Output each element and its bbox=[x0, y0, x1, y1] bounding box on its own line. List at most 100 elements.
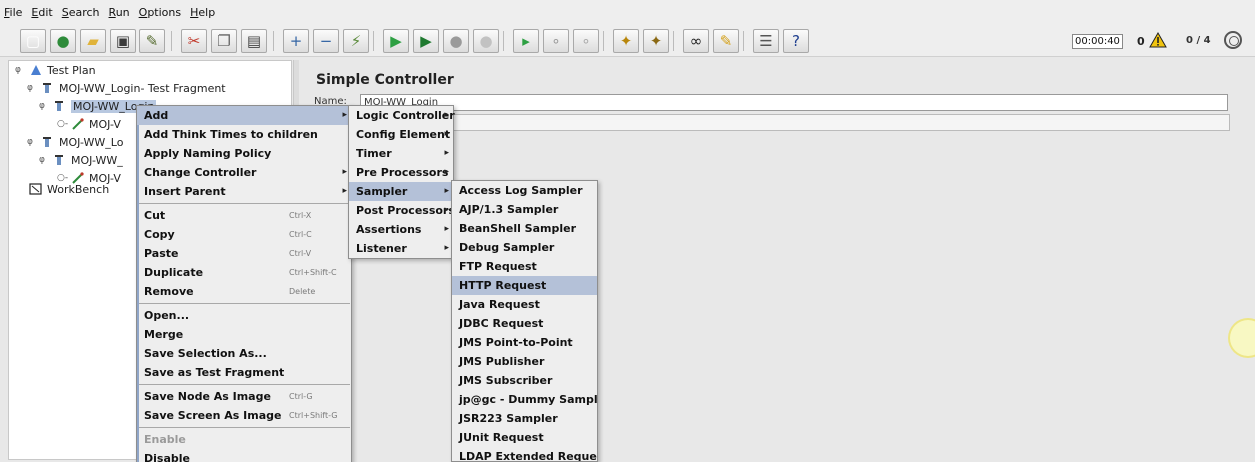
menu-item-apply-naming-policy[interactable]: Apply Naming Policy bbox=[137, 144, 351, 163]
tree-node-test-plan[interactable]: φ Test Plan bbox=[15, 61, 96, 79]
expand-toggle-icon[interactable]: φ bbox=[39, 101, 49, 111]
menu-item-label: JMS Publisher bbox=[459, 355, 545, 368]
menu-item-save-screen-as-image[interactable]: Save Screen As Image Ctrl+Shift-G bbox=[137, 406, 351, 425]
copy-icon: ❐ bbox=[217, 31, 231, 50]
name-field[interactable] bbox=[360, 94, 1228, 111]
menu-run[interactable]: Run bbox=[109, 6, 130, 19]
stop-button[interactable]: ● bbox=[443, 29, 469, 53]
templates-button[interactable]: ● bbox=[50, 29, 76, 53]
menu-item-save-as-test-fragment[interactable]: Save as Test Fragment bbox=[137, 363, 351, 382]
menu-item-add[interactable]: Add ▸ bbox=[137, 106, 351, 125]
clear-all-icon: ✦ bbox=[649, 31, 663, 50]
menu-item-label: Cut bbox=[144, 209, 166, 222]
menu-item-debug-sampler[interactable]: Debug Sampler bbox=[452, 238, 597, 257]
save-button[interactable]: ▣ bbox=[110, 29, 136, 53]
menu-item-shortcut: Ctrl+Shift-G bbox=[289, 411, 338, 420]
menu-search[interactable]: Search bbox=[62, 6, 100, 19]
expand-toggle-icon[interactable]: φ bbox=[15, 65, 25, 75]
menu-item-ajp-1-3-sampler[interactable]: AJP/1.3 Sampler bbox=[452, 200, 597, 219]
menu-item-config-element[interactable]: Config Element ▸ bbox=[349, 125, 453, 144]
menu-item-beanshell-sampler[interactable]: BeanShell Sampler bbox=[452, 219, 597, 238]
expand-icon: + bbox=[289, 31, 303, 50]
open-icon: ▰ bbox=[87, 31, 99, 50]
tree-node-label: WorkBench bbox=[47, 182, 110, 196]
menu-item-ftp-request[interactable]: FTP Request bbox=[452, 257, 597, 276]
collapse-button[interactable]: − bbox=[313, 29, 339, 53]
menu-item-copy[interactable]: Copy Ctrl-C bbox=[137, 225, 351, 244]
menu-item-save-selection-as[interactable]: Save Selection As... bbox=[137, 344, 351, 363]
expand-button[interactable]: + bbox=[283, 29, 309, 53]
remote-shutdown-button[interactable]: ∘ bbox=[573, 29, 599, 53]
menu-item-insert-parent[interactable]: Insert Parent ▸ bbox=[137, 182, 351, 201]
menu-item-pre-processors[interactable]: Pre Processors ▸ bbox=[349, 163, 453, 182]
menu-item-logic-controller[interactable]: Logic Controller ▸ bbox=[349, 106, 455, 125]
menu-item-timer[interactable]: Timer ▸ bbox=[349, 144, 453, 163]
menu-item-jms-subscriber[interactable]: JMS Subscriber bbox=[452, 371, 597, 390]
menu-item-disable[interactable]: Disable bbox=[137, 449, 351, 462]
function-helper-button[interactable]: ☰ bbox=[753, 29, 779, 53]
copy-button[interactable]: ❐ bbox=[211, 29, 237, 53]
menu-item-label: Debug Sampler bbox=[459, 241, 555, 254]
reset-search-button[interactable]: ✎ bbox=[713, 29, 739, 53]
tree-node-workbench[interactable]: WorkBench bbox=[29, 180, 109, 198]
menu-item-paste[interactable]: Paste Ctrl-V bbox=[137, 244, 351, 263]
tree-node-sampler[interactable]: ○- MOJ-V bbox=[57, 115, 121, 133]
toggle-button[interactable]: ⚡ bbox=[343, 29, 369, 53]
menu-item-enable[interactable]: Enable bbox=[137, 430, 351, 449]
controller-icon bbox=[55, 101, 63, 111]
expand-toggle-icon[interactable]: φ bbox=[27, 137, 37, 147]
shutdown-button[interactable]: ● bbox=[473, 29, 499, 53]
cut-button[interactable]: ✂ bbox=[181, 29, 207, 53]
start-button[interactable]: ▶ bbox=[383, 29, 409, 53]
menu-item-assertions[interactable]: Assertions ▸ bbox=[349, 220, 453, 239]
paste-button[interactable]: ▤ bbox=[241, 29, 267, 53]
menu-item-cut[interactable]: Cut Ctrl-X bbox=[137, 206, 351, 225]
menu-item-listener[interactable]: Listener ▸ bbox=[349, 239, 453, 258]
toolbar-separator bbox=[743, 31, 744, 51]
expand-toggle-icon[interactable]: φ bbox=[39, 155, 49, 165]
clear-all-button[interactable]: ✦ bbox=[643, 29, 669, 53]
new-button[interactable]: ▢ bbox=[20, 29, 46, 53]
menu-item-sampler[interactable]: Sampler ▸ bbox=[349, 182, 453, 201]
menu-item-http-request[interactable]: HTTP Request bbox=[452, 276, 597, 295]
menu-item-add-think-times-to-children[interactable]: Add Think Times to children bbox=[137, 125, 351, 144]
active-threads: 0 / 4 bbox=[1186, 35, 1211, 46]
warning-icon[interactable] bbox=[1149, 32, 1167, 48]
help-button[interactable]: ? bbox=[783, 29, 809, 53]
menu-item-save-node-as-image[interactable]: Save Node As Image Ctrl-G bbox=[137, 387, 351, 406]
remote-start-button[interactable]: ▸ bbox=[513, 29, 539, 53]
menu-item-post-processors[interactable]: Post Processors ▸ bbox=[349, 201, 455, 220]
menu-edit[interactable]: Edit bbox=[31, 6, 52, 19]
menu-item-jsr223-sampler[interactable]: JSR223 Sampler bbox=[452, 409, 597, 428]
menu-item-duplicate[interactable]: Duplicate Ctrl+Shift-C bbox=[137, 263, 351, 282]
menu-item-junit-request[interactable]: JUnit Request bbox=[452, 428, 597, 447]
menu-item-change-controller[interactable]: Change Controller ▸ bbox=[137, 163, 351, 182]
tree-node-controller-2[interactable]: φ MOJ-WW_ bbox=[39, 151, 123, 169]
menu-item-open[interactable]: Open... bbox=[137, 306, 351, 325]
tree-node-fragment-2[interactable]: φ MOJ-WW_Lo bbox=[27, 133, 123, 151]
menu-item-ldap-extended-request[interactable]: LDAP Extended Request bbox=[452, 447, 597, 461]
menu-item-remove[interactable]: Remove Delete bbox=[137, 282, 351, 301]
remote-stop-button[interactable]: ∘ bbox=[543, 29, 569, 53]
menu-item-label: Remove bbox=[144, 285, 194, 298]
menu-help[interactable]: Help bbox=[190, 6, 215, 19]
search-button[interactable]: ∞ bbox=[683, 29, 709, 53]
start-no-pause-button[interactable]: ▶ bbox=[413, 29, 439, 53]
save-as-button[interactable]: ✎ bbox=[139, 29, 165, 53]
menu-item-merge[interactable]: Merge bbox=[137, 325, 351, 344]
clear-button[interactable]: ✦ bbox=[613, 29, 639, 53]
menu-item-jdbc-request[interactable]: JDBC Request bbox=[452, 314, 597, 333]
menu-item-access-log-sampler[interactable]: Access Log Sampler bbox=[452, 181, 597, 200]
tree-node-fragment[interactable]: φ MOJ-WW_Login- Test Fragment bbox=[27, 79, 226, 97]
menu-item-jms-point-to-point[interactable]: JMS Point-to-Point bbox=[452, 333, 597, 352]
menu-item-label: Logic Controller bbox=[356, 109, 455, 122]
menu-item-label: AJP/1.3 Sampler bbox=[459, 203, 559, 216]
menu-item-jms-publisher[interactable]: JMS Publisher bbox=[452, 352, 597, 371]
expand-toggle-icon[interactable]: φ bbox=[27, 83, 37, 93]
menu-item-jp-gc-dummy-sampler[interactable]: jp@gc - Dummy Sampler bbox=[452, 390, 597, 409]
open-button[interactable]: ▰ bbox=[80, 29, 106, 53]
remote-status-icon[interactable] bbox=[1224, 31, 1242, 49]
menu-file[interactable]: File bbox=[4, 6, 22, 19]
menu-options[interactable]: Options bbox=[139, 6, 181, 19]
menu-item-java-request[interactable]: Java Request bbox=[452, 295, 597, 314]
